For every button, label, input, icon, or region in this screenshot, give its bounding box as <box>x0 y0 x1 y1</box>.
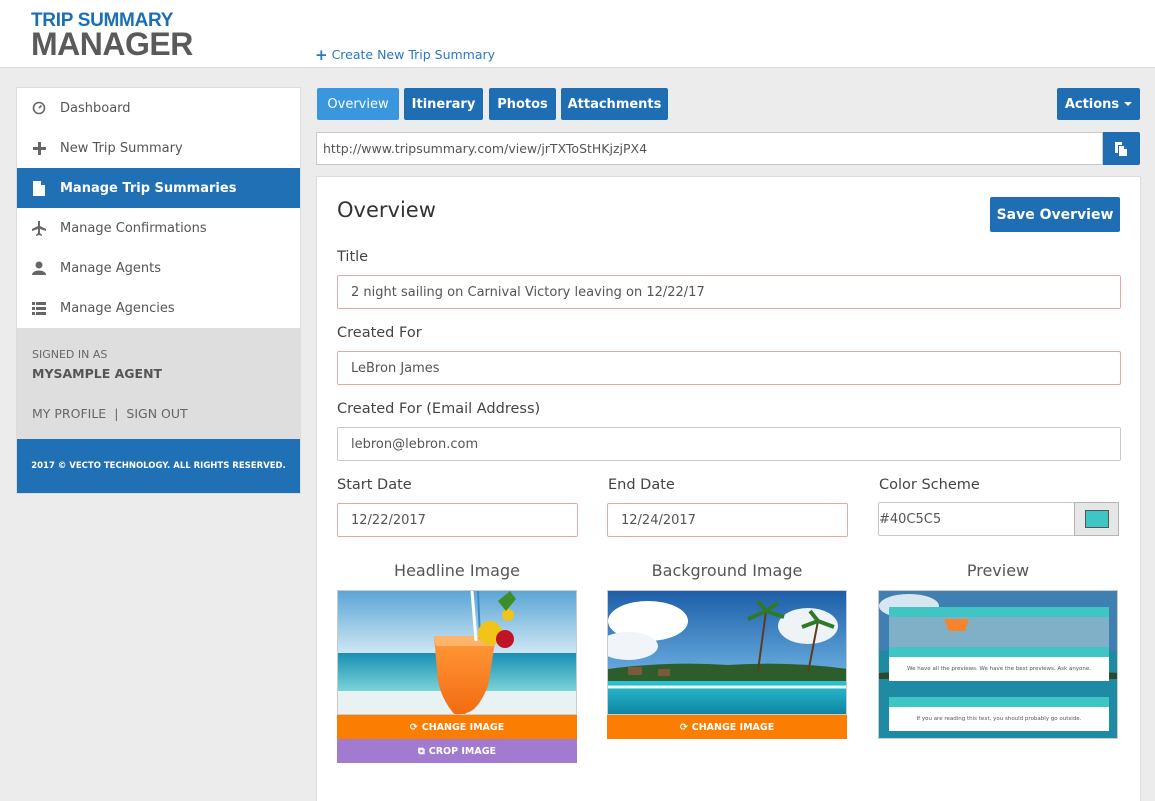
save-overview-button[interactable]: Save Overview <box>990 197 1120 232</box>
tab-attachments[interactable]: Attachments <box>561 88 668 120</box>
title-label: Title <box>337 249 369 265</box>
sidebar-item-manage-confirmations[interactable]: Manage Confirmations <box>17 208 300 248</box>
sidebar: Dashboard New Trip Summary Manage Trip S… <box>16 87 301 494</box>
actions-label: Actions <box>1064 96 1120 112</box>
sidebar-item-manage-agencies[interactable]: Manage Agencies <box>17 288 300 328</box>
background-image-title: Background Image <box>651 561 803 580</box>
tab-overview[interactable]: Overview <box>317 88 399 120</box>
crop-icon: ⧉ <box>417 745 425 757</box>
sidebar-item-dashboard[interactable]: Dashboard <box>17 88 300 128</box>
page-title: Overview <box>337 198 436 222</box>
crop-image-label: CROP IMAGE <box>428 745 497 757</box>
end-date-label: End Date <box>608 477 675 493</box>
copy-icon <box>1115 141 1127 156</box>
color-picker-button[interactable] <box>1074 502 1119 536</box>
signed-in-label: SIGNED IN AS <box>32 348 108 361</box>
start-date-input[interactable]: 12/22/2017 <box>337 503 578 537</box>
app-logo[interactable]: TRIP SUMMARY MANAGER <box>31 11 193 62</box>
plane-icon <box>31 220 47 236</box>
sidebar-item-label: Manage Agents <box>60 260 162 276</box>
sidebar-item-label: Manage Trip Summaries <box>60 180 237 196</box>
plus-icon: + <box>315 45 328 64</box>
signed-in-panel: SIGNED IN AS MYSAMPLE AGENT MY PROFILE | S… <box>17 328 300 439</box>
overview-panel: Overview Save Overview Title 2 night sai… <box>316 176 1141 801</box>
email-input[interactable]: lebron@lebron.com <box>337 427 1121 461</box>
document-icon <box>31 180 47 196</box>
actions-dropdown-button[interactable]: Actions <box>1057 88 1140 120</box>
signed-in-name: MYSAMPLE AGENT <box>32 366 163 381</box>
created-for-label: Created For <box>337 325 422 341</box>
list-icon <box>31 300 47 316</box>
logo-line-2: MANAGER <box>31 26 193 62</box>
color-scheme-value: #40C5C5 <box>879 511 942 527</box>
sidebar-item-manage-agents[interactable]: Manage Agents <box>17 248 300 288</box>
headline-image <box>337 590 577 715</box>
share-url-field[interactable]: http://www.tripsummary.com/view/jrTXToSt… <box>316 132 1103 165</box>
change-image-label: CHANGE IMAGE <box>421 721 505 733</box>
plus-icon <box>31 140 47 156</box>
preview-image: We have all the previews. We have the be… <box>878 590 1118 739</box>
color-swatch <box>1084 510 1109 528</box>
title-input[interactable]: 2 night sailing on Carnival Victory leav… <box>337 275 1121 309</box>
sidebar-item-new-trip-summary[interactable]: New Trip Summary <box>17 128 300 168</box>
app-header: TRIP SUMMARY MANAGER + Create New Trip S… <box>0 0 1155 68</box>
create-link-label: Create New Trip Summary <box>331 47 496 62</box>
preview-text-1: We have all the previews. We have the be… <box>906 666 1092 672</box>
color-scheme-input[interactable]: #40C5C5 <box>878 502 1075 536</box>
link-separator: | <box>114 406 119 421</box>
tab-photos[interactable]: Photos <box>489 88 556 120</box>
sign-out-link[interactable]: SIGN OUT <box>126 406 187 421</box>
dashboard-icon <box>31 100 47 116</box>
sidebar-item-label: Manage Confirmations <box>60 220 207 236</box>
background-image <box>607 590 847 715</box>
create-trip-summary-link[interactable]: + Create New Trip Summary <box>315 47 495 62</box>
refresh-icon: ⟳ <box>409 721 418 733</box>
background-change-image-button[interactable]: ⟳ CHANGE IMAGE <box>607 715 847 739</box>
sidebar-item-label: Dashboard <box>60 100 131 116</box>
preview-title: Preview <box>966 561 1030 580</box>
start-date-label: Start Date <box>337 477 412 493</box>
caret-down-icon <box>1124 102 1133 106</box>
tab-itinerary[interactable]: Itinerary <box>404 88 483 120</box>
sidebar-item-label: New Trip Summary <box>60 140 183 156</box>
copyright-footer: 2017 © VECTO TECHNOLOGY. ALL RIGHTS RESE… <box>17 439 300 493</box>
change-image-label: CHANGE IMAGE <box>691 721 775 733</box>
sidebar-item-label: Manage Agencies <box>60 300 175 316</box>
headline-image-title: Headline Image <box>394 561 520 580</box>
headline-crop-image-button[interactable]: ⧉ CROP IMAGE <box>337 739 577 763</box>
account-links: MY PROFILE | SIGN OUT <box>32 406 285 421</box>
refresh-icon: ⟳ <box>679 721 688 733</box>
end-date-input[interactable]: 12/24/2017 <box>607 503 848 537</box>
color-scheme-label: Color Scheme <box>879 477 980 493</box>
my-profile-link[interactable]: MY PROFILE <box>32 406 106 421</box>
user-icon <box>31 260 47 276</box>
copy-url-button[interactable] <box>1103 132 1140 165</box>
created-for-input[interactable]: LeBron James <box>337 351 1121 385</box>
preview-text-2: If you are reading this text, you should… <box>916 716 1082 722</box>
email-label: Created For (Email Address) <box>337 401 541 417</box>
headline-change-image-button[interactable]: ⟳ CHANGE IMAGE <box>337 715 577 739</box>
sidebar-item-manage-trip-summaries[interactable]: Manage Trip Summaries <box>17 168 300 208</box>
